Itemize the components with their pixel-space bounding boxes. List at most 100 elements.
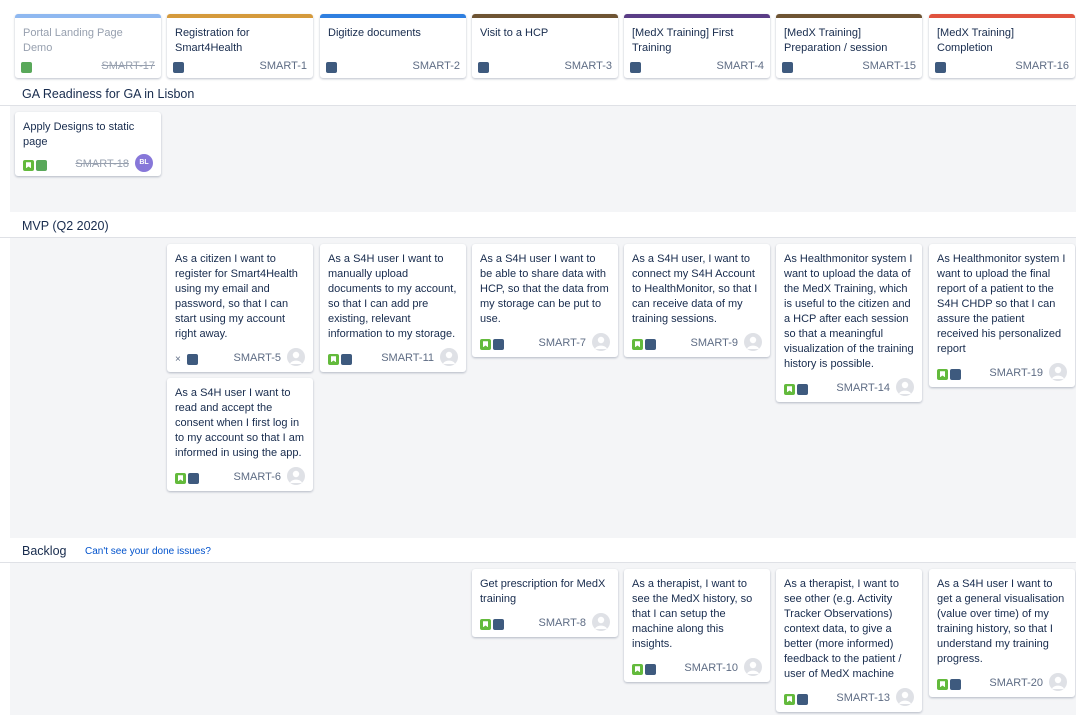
card-footer: SMART-9 [632, 333, 762, 351]
issue-key[interactable]: SMART-6 [234, 471, 281, 483]
issue-card-smart-11[interactable]: As a S4H user I want to manually upload … [320, 244, 466, 372]
swimlane-header-backlog[interactable]: Backlog Can't see your done issues? [0, 541, 1076, 563]
epic-title: Portal Landing Page Demo [23, 27, 123, 54]
epic-key[interactable]: SMART-17 [101, 60, 155, 72]
epic-type-icon [188, 473, 199, 485]
card-icons [175, 470, 201, 488]
issue-key[interactable]: SMART-20 [989, 677, 1043, 689]
epic-type-icon [173, 62, 184, 74]
issue-key[interactable]: SMART-13 [836, 692, 890, 704]
user-avatar-icon[interactable] [592, 333, 610, 351]
epic-type-icon [797, 694, 808, 706]
swimlane-body-ga [10, 106, 1076, 212]
epic-key[interactable]: SMART-1 [260, 60, 307, 72]
user-avatar-icon[interactable] [896, 378, 914, 396]
issue-key[interactable]: SMART-8 [539, 617, 586, 629]
user-avatar-icon[interactable] [896, 688, 914, 706]
epic-type-icon [36, 160, 47, 172]
story-icon [784, 694, 795, 706]
assignee-avatar[interactable]: BL [135, 154, 153, 172]
epic-key[interactable]: SMART-2 [413, 60, 460, 72]
card-icons [480, 616, 506, 634]
epic-type-icon [187, 354, 198, 366]
epic-type-icon [341, 354, 352, 366]
issue-card-smart-8[interactable]: Get prescription for MedX training SMART… [472, 569, 618, 637]
epic-color-bar [472, 14, 618, 18]
swimlane-header-mvp[interactable]: MVP (Q2 2020) [0, 216, 1076, 238]
epic-card-registration[interactable]: Registration for Smart4Health SMART-1 [167, 14, 313, 78]
epic-card-completion[interactable]: [MedX Training] Completion SMART-16 [929, 14, 1075, 78]
epic-type-icon [782, 62, 793, 74]
card-footer: × SMART-5 [175, 348, 305, 366]
issue-card-smart-9[interactable]: As a S4H user, I want to connect my S4H … [624, 244, 770, 357]
issue-key[interactable]: SMART-19 [989, 367, 1043, 379]
user-avatar-icon[interactable] [744, 658, 762, 676]
issue-key[interactable]: SMART-14 [836, 382, 890, 394]
epic-card-portal-landing[interactable]: Portal Landing Page Demo SMART-17 [15, 14, 161, 78]
story-icon [480, 339, 491, 351]
issue-card-smart-13[interactable]: As a therapist, I want to see other (e.g… [776, 569, 922, 712]
card-summary: As a S4H user I want to read and accept … [175, 387, 305, 459]
card-summary: Apply Designs to static page [23, 121, 135, 148]
epic-footer: SMART-17 [21, 59, 155, 74]
card-icons [937, 676, 963, 694]
issue-card-smart-6[interactable]: As a S4H user I want to read and accept … [167, 378, 313, 491]
card-summary: As a S4H user I want to be able to share… [480, 253, 609, 325]
epic-key[interactable]: SMART-15 [862, 60, 916, 72]
done-issues-link[interactable]: Can't see your done issues? [85, 546, 211, 557]
epic-key[interactable]: SMART-4 [717, 60, 764, 72]
epic-type-icon [21, 62, 32, 74]
story-icon [480, 619, 491, 631]
user-avatar-icon[interactable] [1049, 363, 1067, 381]
issue-card-smart-7[interactable]: As a S4H user I want to be able to share… [472, 244, 618, 357]
card-footer: SMART-18 BL [23, 154, 153, 172]
issue-key[interactable]: SMART-11 [381, 352, 434, 364]
user-avatar-icon[interactable] [440, 348, 458, 366]
epic-title: [MedX Training] Preparation / session [784, 27, 888, 54]
epic-card-first-training[interactable]: [MedX Training] First Training SMART-4 [624, 14, 770, 78]
board-top [0, 0, 1076, 6]
swimlane-title: MVP (Q2 2020) [22, 219, 109, 233]
card-summary: As a S4H user I want to get a general vi… [937, 578, 1065, 665]
epic-card-preparation[interactable]: [MedX Training] Preparation / session SM… [776, 14, 922, 78]
issue-card-smart-5[interactable]: As a citizen I want to register for Smar… [167, 244, 313, 372]
swimlane-header-ga[interactable]: GA Readiness for GA in Lisbon [0, 84, 1076, 106]
card-footer: SMART-10 [632, 658, 762, 676]
epic-card-digitize[interactable]: Digitize documents SMART-2 [320, 14, 466, 78]
card-icons [784, 691, 810, 709]
user-avatar-icon[interactable] [592, 613, 610, 631]
story-icon [23, 160, 34, 172]
epic-type-icon [478, 62, 489, 74]
user-avatar-icon[interactable] [287, 467, 305, 485]
issue-key[interactable]: SMART-5 [234, 352, 281, 364]
epic-footer: SMART-16 [935, 59, 1069, 74]
issue-key[interactable]: SMART-10 [684, 662, 738, 674]
epic-key[interactable]: SMART-3 [565, 60, 612, 72]
epic-key[interactable]: SMART-16 [1015, 60, 1069, 72]
card-summary: As a citizen I want to register for Smar… [175, 253, 298, 340]
card-footer: SMART-8 [480, 613, 610, 631]
card-summary: As Healthmonitor system I want to upload… [937, 253, 1066, 355]
issue-key[interactable]: SMART-18 [75, 158, 129, 170]
user-avatar-icon[interactable] [287, 348, 305, 366]
epic-color-bar [15, 14, 161, 18]
epic-footer: SMART-1 [173, 59, 307, 74]
issue-card-smart-18[interactable]: Apply Designs to static page SMART-18 BL [15, 112, 161, 176]
epic-color-bar [167, 14, 313, 18]
epic-type-icon [493, 339, 504, 351]
card-icons [23, 157, 49, 175]
issue-card-smart-10[interactable]: As a therapist, I want to see the MedX h… [624, 569, 770, 682]
issue-card-smart-14[interactable]: As Healthmonitor system I want to upload… [776, 244, 922, 402]
epic-card-visit-hcp[interactable]: Visit to a HCP SMART-3 [472, 14, 618, 78]
user-avatar-icon[interactable] [744, 333, 762, 351]
issue-card-smart-19[interactable]: As Healthmonitor system I want to upload… [929, 244, 1075, 387]
issue-key[interactable]: SMART-7 [539, 337, 586, 349]
card-icons [937, 366, 963, 384]
issue-key[interactable]: SMART-9 [691, 337, 738, 349]
card-footer: SMART-11 [328, 348, 458, 366]
epic-type-icon [797, 384, 808, 396]
issue-card-smart-20[interactable]: As a S4H user I want to get a general vi… [929, 569, 1075, 697]
user-avatar-icon[interactable] [1049, 673, 1067, 691]
card-summary: As Healthmonitor system I want to upload… [784, 253, 914, 370]
card-summary: As a S4H user, I want to connect my S4H … [632, 253, 758, 325]
